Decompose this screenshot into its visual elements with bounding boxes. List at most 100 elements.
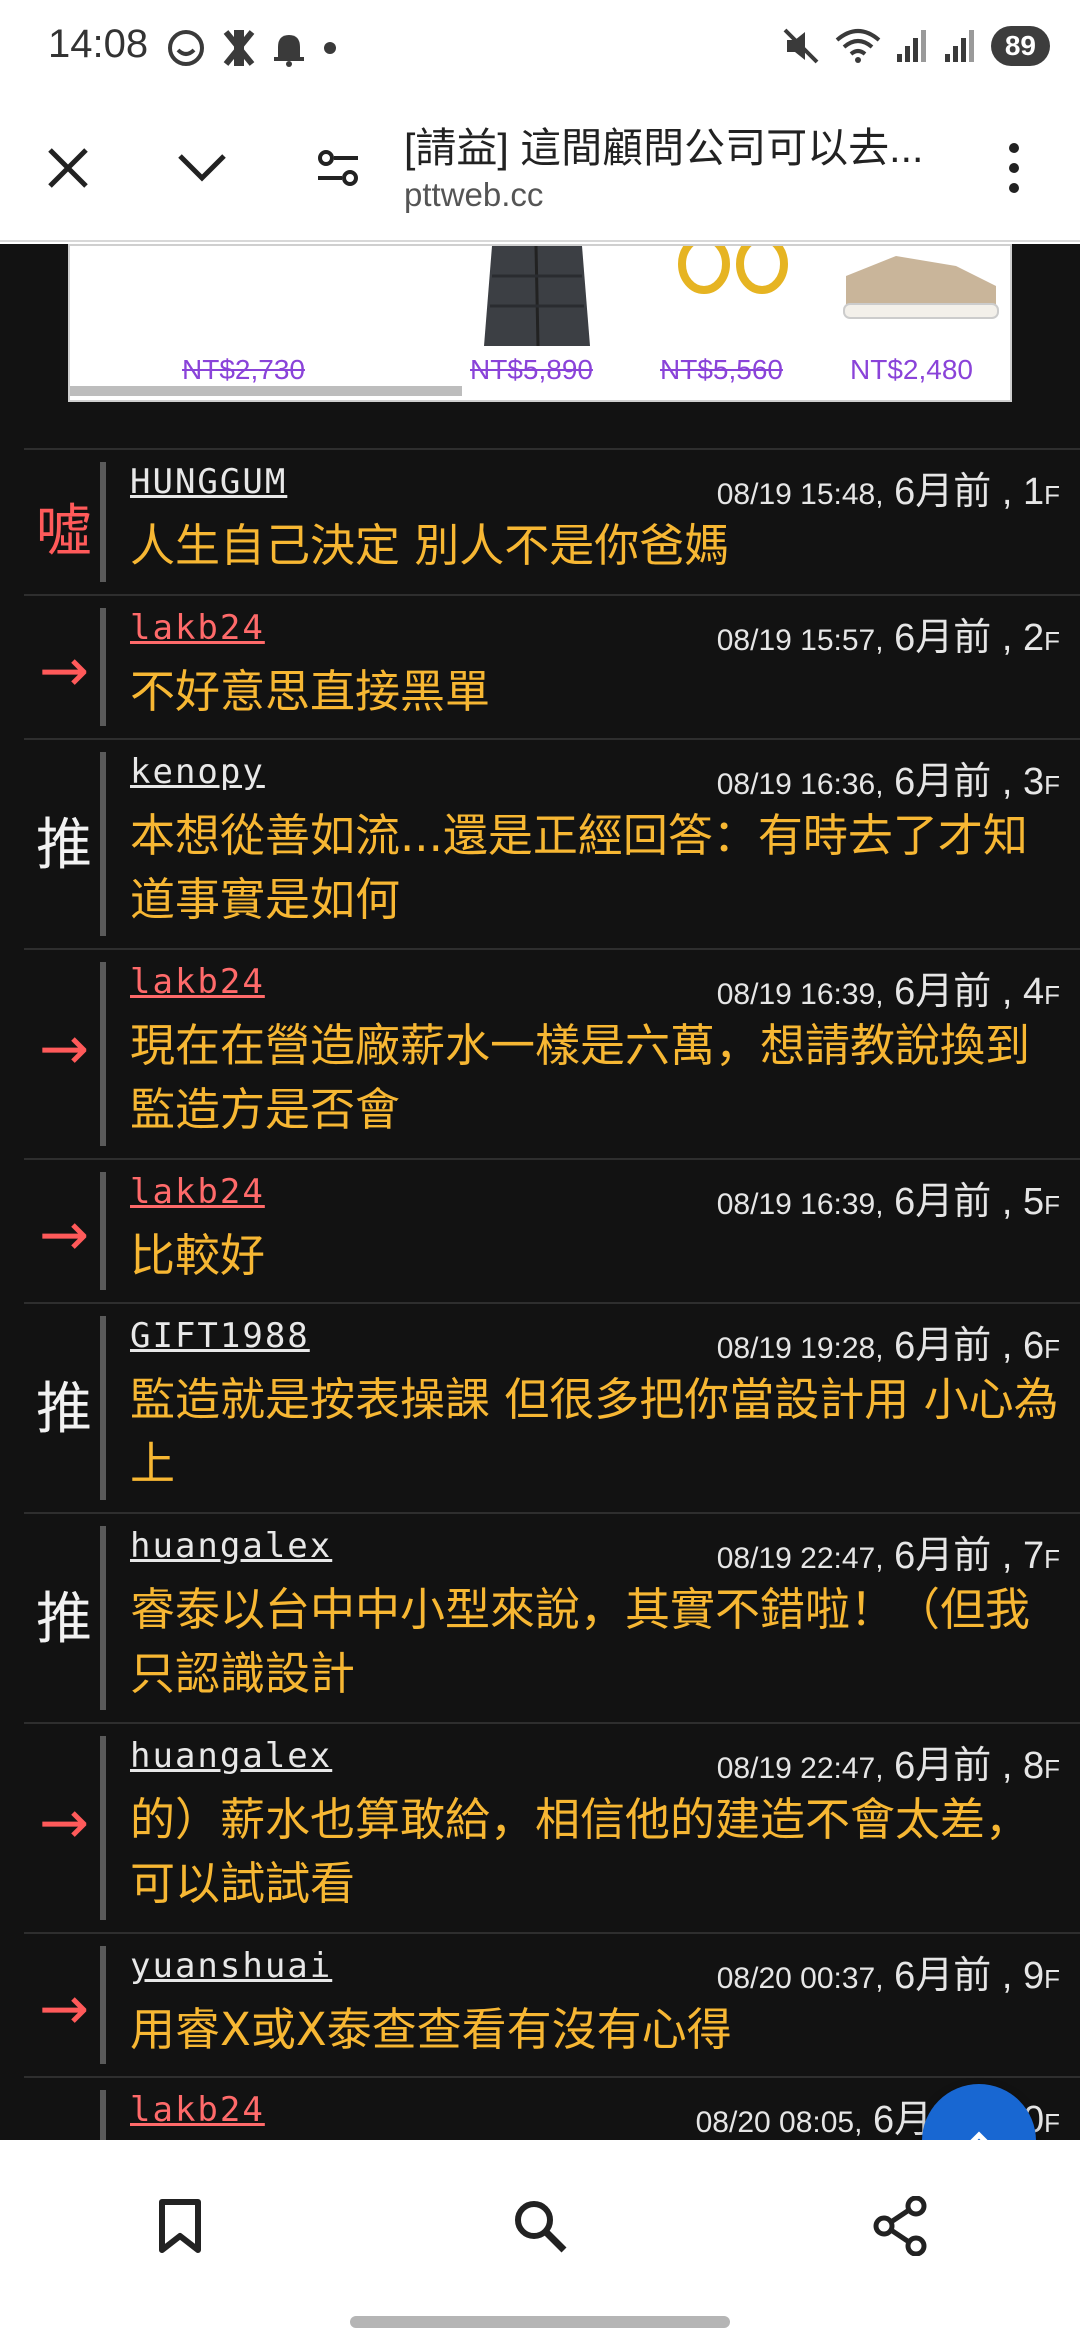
comment-floor: 4F xyxy=(1023,971,1060,1013)
ad-item-3[interactable]: NT$5,560 xyxy=(650,246,830,400)
floor-suffix: F xyxy=(1044,1964,1060,1994)
comment-user-link[interactable]: GIFT1988 xyxy=(130,1316,310,1356)
comment-user-link[interactable]: huangalex xyxy=(130,1526,332,1566)
comment-relative-time: 6月前 xyxy=(894,1181,992,1223)
comment-divider xyxy=(100,1736,106,1920)
wifi-icon xyxy=(835,29,881,63)
jacket-image xyxy=(484,246,590,347)
comment-user-link[interactable]: HUNGGUM xyxy=(130,462,287,502)
comment-text: 本想從善如流...還是正經回答：有時去了才知道事實是如何 xyxy=(130,809,1028,926)
arrow-tag: → xyxy=(38,1788,90,1858)
comment-meta: 08/19 19:28, 6月前 , 6F xyxy=(717,1314,1060,1369)
home-indicator[interactable] xyxy=(350,2316,730,2328)
ad-price: NT$2,730 xyxy=(182,354,305,385)
comment-meta: 08/20 00:37, 6月前 , 9F xyxy=(717,1944,1060,1999)
comment-text: 用睿X或X泰查查看有沒有心得 xyxy=(130,2003,732,2056)
comment-separator: , xyxy=(991,971,1023,1013)
comment-divider xyxy=(100,608,106,726)
comment-divider xyxy=(100,1526,106,1710)
comment-user-link[interactable]: lakb24 xyxy=(130,2090,265,2130)
ad-item-2[interactable]: NT$5,890 xyxy=(460,246,650,400)
battery-indicator: 89 xyxy=(990,26,1050,66)
floor-number: 4 xyxy=(1022,971,1045,1013)
status-notification-icons xyxy=(166,28,338,68)
comment-floor: 3F xyxy=(1023,761,1060,803)
comment-timestamp: 08/19 16:36, xyxy=(716,768,884,801)
x-app-icon xyxy=(223,30,255,66)
comment-user-link[interactable]: yuanshuai xyxy=(130,1946,332,1986)
comment-separator: , xyxy=(991,1955,1023,1997)
comment-relative-time: 6月前 xyxy=(894,471,992,513)
ad-banner[interactable]: NT$2,730 NT$5,890 NT$5,560 NT$2,480 xyxy=(68,244,1012,402)
comment-divider xyxy=(100,2090,106,2140)
chevron-down-icon xyxy=(178,154,226,182)
comment-floor: 6F xyxy=(1023,1325,1060,1367)
floor-suffix: F xyxy=(1044,980,1060,1010)
ad-item-4[interactable]: NT$2,480 xyxy=(830,246,1010,400)
comment-meta: 08/19 16:39, 6月前 , 5F xyxy=(717,1170,1060,1225)
sneakers-image xyxy=(843,256,999,319)
floor-number: 5 xyxy=(1022,1181,1045,1223)
mute-icon xyxy=(783,28,819,64)
ad-price: NT$2,480 xyxy=(850,354,973,385)
comment-separator: , xyxy=(991,761,1023,803)
minimize-button[interactable] xyxy=(170,136,234,200)
comment-divider xyxy=(100,1316,106,1500)
comment-timestamp: 08/20 08:05, xyxy=(695,2106,863,2139)
page-title: [請益] 這間顧問公司可以去... xyxy=(404,125,924,171)
ad-item-1[interactable]: NT$2,730 xyxy=(70,246,450,400)
floor-suffix: F xyxy=(1044,1334,1060,1364)
status-bar: 14:08 89 xyxy=(0,0,1080,100)
close-button[interactable] xyxy=(36,136,100,200)
comment-timestamp: 08/19 16:39, xyxy=(716,1188,884,1221)
comment-user-link[interactable]: lakb24 xyxy=(130,608,265,648)
comment-row: → huangalex 08/19 22:47, 6月前 , 8F 的）薪水也算敢給，… xyxy=(24,1722,1080,1930)
page-url: pttweb.cc xyxy=(404,176,544,213)
chevron-up-icon xyxy=(970,2131,988,2140)
comment-text: 不好意思直接黑單 xyxy=(130,665,491,718)
comment-floor: 2F xyxy=(1023,617,1060,659)
comment-timestamp: 08/19 19:28, xyxy=(716,1332,884,1365)
dot-icon xyxy=(324,42,336,54)
comment-meta: 08/19 15:57, 6月前 , 2F xyxy=(717,606,1060,661)
comment-floor: 7F xyxy=(1023,1535,1060,1577)
more-options-button[interactable] xyxy=(982,136,1046,200)
floor-suffix: F xyxy=(1044,1544,1060,1574)
bookmark-button[interactable] xyxy=(140,2186,220,2266)
comment-divider xyxy=(100,1172,106,1290)
comment-text: 現在在營造廠薪水一樣是六萬，想請教說換到監造方是否會 xyxy=(130,1019,1031,1136)
floor-suffix: F xyxy=(1044,1190,1060,1220)
comment-meta: 08/19 16:36, 6月前 , 3F xyxy=(717,750,1060,805)
share-icon xyxy=(873,2196,927,2256)
floor-suffix: F xyxy=(1044,770,1060,800)
comment-separator: , xyxy=(991,1181,1023,1223)
arrow-tag: → xyxy=(38,1200,90,1270)
comment-user-link[interactable]: lakb24 xyxy=(130,1172,265,1212)
floor-number: 7 xyxy=(1022,1535,1045,1577)
comment-text: 睿泰以台中中小型來說，其實不錯啦！（但我只認識設計 xyxy=(130,1583,1031,1700)
floor-suffix: F xyxy=(1044,480,1060,510)
face-icon xyxy=(168,30,204,66)
comment-user-link[interactable]: kenopy xyxy=(130,752,265,792)
notification-bell-icon xyxy=(274,35,304,67)
status-system-icons: 89 xyxy=(781,26,1050,66)
comment-text: 比較好 xyxy=(130,1229,266,1282)
comment-user-link[interactable]: huangalex xyxy=(130,1736,332,1776)
comment-relative-time: 6月前 xyxy=(894,1955,992,1997)
comment-user-link[interactable]: lakb24 xyxy=(130,962,265,1002)
ad-scrollbar[interactable] xyxy=(70,386,462,396)
comment-timestamp: 08/20 00:37, xyxy=(716,1962,884,1995)
comment-text: 的）薪水也算敢給，相信他的建造不會太差，可以試試看 xyxy=(130,1793,1031,1910)
floor-suffix: F xyxy=(1044,2108,1060,2138)
comment-text: 人生自己決定 別人不是你爸媽 xyxy=(130,519,730,572)
comment-meta: 08/19 22:47, 6月前 , 7F xyxy=(717,1524,1060,1579)
comment-row: →lakb2408/20 08:05, 6月前 , 10F xyxy=(24,2076,1080,2140)
search-button[interactable] xyxy=(500,2186,580,2266)
site-settings-button[interactable] xyxy=(306,136,370,200)
comment-text: 監造就是按表操課 但很多把你當設計用 小心為上 xyxy=(130,1373,1059,1490)
share-button[interactable] xyxy=(860,2186,940,2266)
browser-toolbar: [請益] 這間顧問公司可以去... pttweb.cc xyxy=(0,100,1080,242)
comment-separator: , xyxy=(991,471,1023,513)
comment-separator: , xyxy=(991,1325,1023,1367)
arrow-tag: → xyxy=(24,2118,104,2140)
